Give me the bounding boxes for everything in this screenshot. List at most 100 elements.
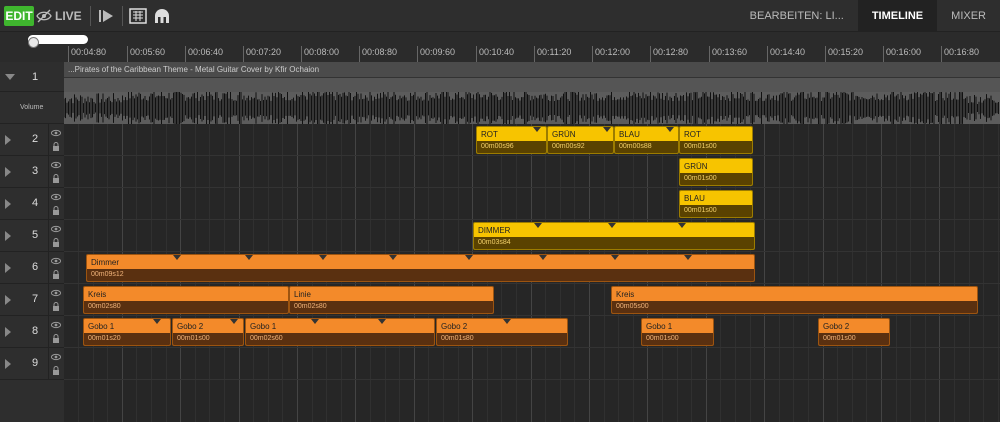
eye-icon[interactable] (50, 321, 62, 329)
track-header-audio[interactable]: 1 (0, 62, 64, 92)
lock-icon[interactable] (51, 206, 61, 215)
zoom-slider-knob[interactable] (28, 37, 39, 48)
lock-icon[interactable] (51, 366, 61, 375)
track-header[interactable]: 8 (0, 316, 64, 348)
eye-icon[interactable] (50, 225, 62, 233)
clip-name: ROT (481, 130, 498, 139)
clip-duration: 00m01s80 (437, 333, 567, 345)
tab-mixer[interactable]: MIXER (937, 0, 1000, 32)
timeline-clip[interactable]: Gobo 2 00m01s00 (818, 318, 890, 346)
cue-marker-icon[interactable] (608, 223, 616, 228)
timeline-clip[interactable]: Kreis 00m02s80 (83, 286, 289, 314)
eye-icon[interactable] (50, 193, 62, 201)
timeline-clip[interactable]: GRÜN 00m01s00 (679, 158, 753, 186)
expand-arrow-icon[interactable] (5, 327, 11, 337)
live-mode-button[interactable]: LIVE (55, 6, 82, 26)
zoom-row (0, 32, 1000, 48)
timeline-area[interactable]: ...Pirates of the Caribbean Theme - Meta… (64, 62, 1000, 422)
cue-marker-icon[interactable] (245, 255, 253, 260)
track-header[interactable]: 7 (0, 284, 64, 316)
track-header[interactable]: 6 (0, 252, 64, 284)
track-header[interactable]: 9 (0, 348, 64, 380)
eye-icon[interactable] (50, 289, 62, 297)
expand-arrow-icon[interactable] (5, 199, 11, 209)
expand-arrow-icon[interactable] (5, 231, 11, 241)
edit-mode-button[interactable]: EDIT (4, 6, 34, 26)
cue-marker-icon[interactable] (684, 255, 692, 260)
timeline-clip[interactable]: Dimmer 00m09s12 (86, 254, 755, 282)
volume-waveform[interactable] (64, 90, 1000, 126)
cue-marker-icon[interactable] (311, 319, 319, 324)
eye-off-icon[interactable] (36, 8, 52, 24)
track-number: 4 (31, 197, 39, 209)
timeline-clip[interactable]: Gobo 1 00m02s60 (245, 318, 435, 346)
eye-icon[interactable] (50, 161, 62, 169)
cue-marker-icon[interactable] (611, 255, 619, 260)
timeline-clip[interactable]: BLAU 00m01s00 (679, 190, 753, 218)
lock-icon[interactable] (51, 238, 61, 247)
audio-track-bar[interactable]: ...Pirates of the Caribbean Theme - Meta… (64, 62, 1000, 78)
lock-icon[interactable] (51, 302, 61, 311)
cue-marker-icon[interactable] (666, 127, 674, 132)
eye-icon[interactable] (50, 129, 62, 137)
view-tabs: BEARBEITEN: LI... TIMELINE MIXER (736, 0, 1000, 32)
timeline-clip[interactable]: Kreis 00m05s00 (611, 286, 978, 314)
grid-line (852, 124, 853, 422)
clip-name: Gobo 1 (88, 322, 115, 331)
expand-arrow-icon[interactable] (5, 263, 11, 273)
grid-line (837, 124, 838, 422)
timeline-clip[interactable]: Gobo 2 00m01s00 (172, 318, 244, 346)
cue-marker-icon[interactable] (173, 255, 181, 260)
track-header[interactable]: 4 (0, 188, 64, 220)
eye-icon[interactable] (50, 353, 62, 361)
cue-marker-icon[interactable] (378, 319, 386, 324)
timeline-clip[interactable]: ROT 00m00s96 (476, 126, 547, 154)
timeline-clip[interactable]: Gobo 1 00m01s20 (83, 318, 171, 346)
ruler-tick-label: 00:12:00 (592, 46, 630, 62)
tab-bearbeiten[interactable]: BEARBEITEN: LI... (736, 0, 858, 32)
lock-icon[interactable] (51, 142, 61, 151)
tab-timeline[interactable]: TIMELINE (857, 0, 938, 32)
expand-arrow-icon[interactable] (5, 359, 11, 369)
play-step-icon[interactable] (98, 7, 114, 25)
cue-marker-icon[interactable] (503, 319, 511, 324)
cue-marker-icon[interactable] (678, 223, 686, 228)
timeline-clip[interactable]: Linie 00m02s80 (289, 286, 494, 314)
expand-arrow-icon[interactable] (5, 135, 11, 145)
clip-name: DIMMER (478, 226, 511, 235)
zoom-slider[interactable] (28, 35, 88, 48)
cue-marker-icon[interactable] (533, 127, 541, 132)
time-ruler[interactable]: 00:04:80 00:05:60 00:06:40 00:07:20 00:08:00… (64, 46, 1000, 62)
lock-icon[interactable] (51, 270, 61, 279)
track-number: 1 (31, 71, 39, 83)
cue-marker-icon[interactable] (534, 223, 542, 228)
cue-marker-icon[interactable] (539, 255, 547, 260)
timeline-clip[interactable]: BLAU 00m00s88 (614, 126, 679, 154)
grid-icon[interactable] (128, 6, 148, 26)
cue-marker-icon[interactable] (465, 255, 473, 260)
lock-icon[interactable] (51, 334, 61, 343)
cue-marker-icon[interactable] (319, 255, 327, 260)
track-header[interactable]: 3 (0, 156, 64, 188)
eye-icon[interactable] (50, 257, 62, 265)
timeline-clip[interactable]: GRÜN 00m00s92 (547, 126, 614, 154)
dome-icon[interactable] (152, 6, 172, 26)
timeline-clip[interactable]: ROT 00m01s00 (679, 126, 753, 154)
track-header[interactable]: 2 (0, 124, 64, 156)
volume-header: Volume (0, 92, 64, 124)
expand-arrow-icon[interactable] (5, 295, 11, 305)
timeline-clip[interactable]: DIMMER 00m03s84 (473, 222, 755, 250)
cue-marker-icon[interactable] (603, 127, 611, 132)
lock-icon[interactable] (51, 174, 61, 183)
timeline-clip[interactable]: Gobo 2 00m01s80 (436, 318, 568, 346)
track-header[interactable]: 5 (0, 220, 64, 252)
cue-marker-icon[interactable] (230, 319, 238, 324)
clip-duration: 00m00s92 (548, 141, 613, 153)
cue-marker-icon[interactable] (389, 255, 397, 260)
collapse-arrow-icon[interactable] (5, 74, 15, 80)
expand-arrow-icon[interactable] (5, 167, 11, 177)
grid-line (823, 124, 824, 422)
timeline-clip[interactable]: Gobo 1 00m01s00 (641, 318, 714, 346)
cue-marker-icon[interactable] (153, 319, 161, 324)
clip-name: Dimmer (91, 258, 119, 267)
